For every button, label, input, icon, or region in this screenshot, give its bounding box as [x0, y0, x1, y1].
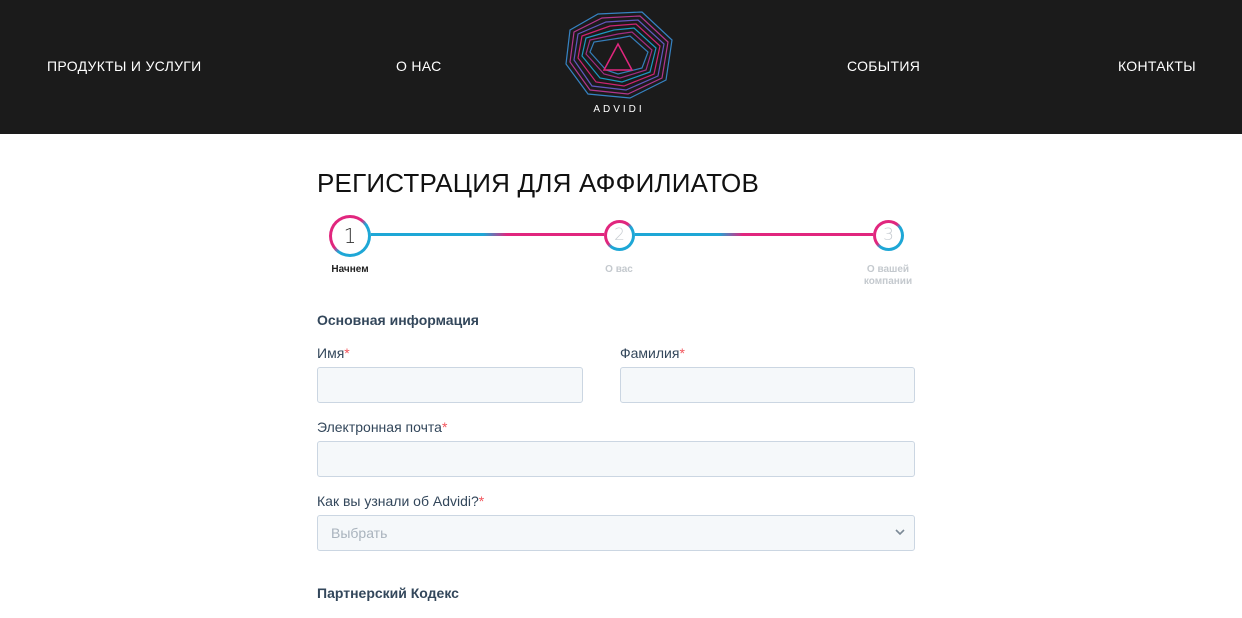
nav-contacts[interactable]: КОНТАКТЫ: [1118, 58, 1196, 74]
advidi-logo-icon: [565, 11, 673, 99]
source-label: Как вы узнали об Advidi?*: [317, 493, 484, 509]
required-mark: *: [478, 493, 485, 509]
source-select[interactable]: Выбрать: [317, 515, 915, 551]
registration-stepper: 1 Начнем 2 О вас 3 О вашей компании: [317, 214, 915, 294]
nav-products-services[interactable]: ПРОДУКТЫ И УСЛУГИ: [47, 58, 202, 74]
required-mark: *: [679, 345, 685, 361]
site-header: ПРОДУКТЫ И УСЛУГИ О НАС ADVIDI СОБЫТИЯ К…: [0, 0, 1242, 134]
stepper-line-2: [633, 233, 877, 236]
last-name-label: Фамилия*: [620, 345, 685, 361]
step-2-circle[interactable]: 2: [604, 220, 635, 251]
source-label-text: Как вы узнали об Advidi?: [317, 493, 479, 509]
page-title: РЕГИСТРАЦИЯ ДЛЯ АФФИЛИАТОВ: [317, 168, 760, 198]
nav-events[interactable]: СОБЫТИЯ: [847, 58, 920, 74]
step-3-number: 3: [883, 225, 894, 245]
nav-about-us[interactable]: О НАС: [396, 58, 442, 74]
source-select-placeholder: Выбрать: [331, 525, 388, 541]
first-name-input[interactable]: [317, 367, 583, 403]
required-mark: *: [344, 345, 350, 361]
last-name-input[interactable]: [620, 367, 915, 403]
section-partner-code: Партнерский Кодекс: [317, 585, 459, 601]
chevron-down-icon: [895, 529, 905, 536]
email-label-text: Электронная почта: [317, 419, 442, 435]
step-3-label: О вашей компании: [863, 264, 913, 287]
email-label: Электронная почта*: [317, 419, 447, 435]
step-2-number: 2: [614, 225, 625, 245]
required-mark: *: [441, 419, 448, 435]
step-1-circle[interactable]: 1: [329, 215, 371, 257]
section-basic-info: Основная информация: [317, 312, 479, 328]
first-name-label: Имя*: [317, 345, 350, 361]
stepper-line-1: [369, 233, 607, 236]
advidi-logo[interactable]: ADVIDI: [560, 10, 678, 120]
step-3-circle[interactable]: 3: [873, 220, 904, 251]
email-input[interactable]: [317, 441, 915, 477]
last-name-label-text: Фамилия: [620, 345, 680, 361]
first-name-label-text: Имя: [317, 345, 345, 361]
step-1-label: Начнем: [331, 264, 369, 275]
step-2-label: О вас: [605, 264, 633, 275]
logo-wordmark: ADVIDI: [593, 104, 645, 115]
step-1-number: 1: [343, 224, 357, 248]
